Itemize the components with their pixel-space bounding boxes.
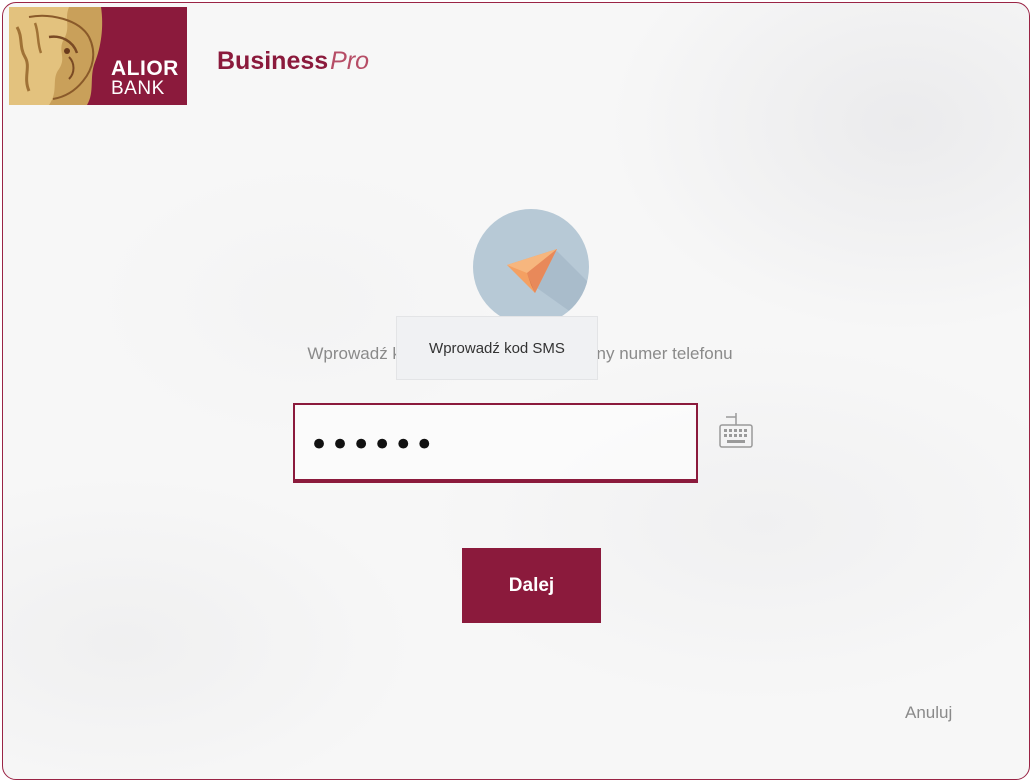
business-pro-title: BusinessPro: [217, 47, 369, 76]
logo-text-bank: BANK: [111, 78, 165, 99]
next-button[interactable]: Dalej: [462, 548, 601, 623]
sms-code-input[interactable]: ••••••: [293, 403, 698, 483]
sms-illustration: [473, 209, 589, 325]
cancel-link[interactable]: Anuluj: [905, 703, 952, 723]
login-window: ALIOR BANK BusinessPro Wprowadź kod SMS …: [2, 2, 1030, 780]
sms-code-value: ••••••: [309, 425, 436, 465]
logo-head-icon: [9, 7, 109, 105]
tooltip: Wprowadź kod SMS: [396, 316, 598, 380]
alior-bank-logo: ALIOR BANK: [9, 7, 187, 105]
paper-plane-icon: [507, 249, 589, 325]
virtual-keyboard-icon[interactable]: [716, 411, 756, 451]
brand-business: Business: [217, 47, 329, 75]
brand-pro: Pro: [330, 47, 370, 75]
